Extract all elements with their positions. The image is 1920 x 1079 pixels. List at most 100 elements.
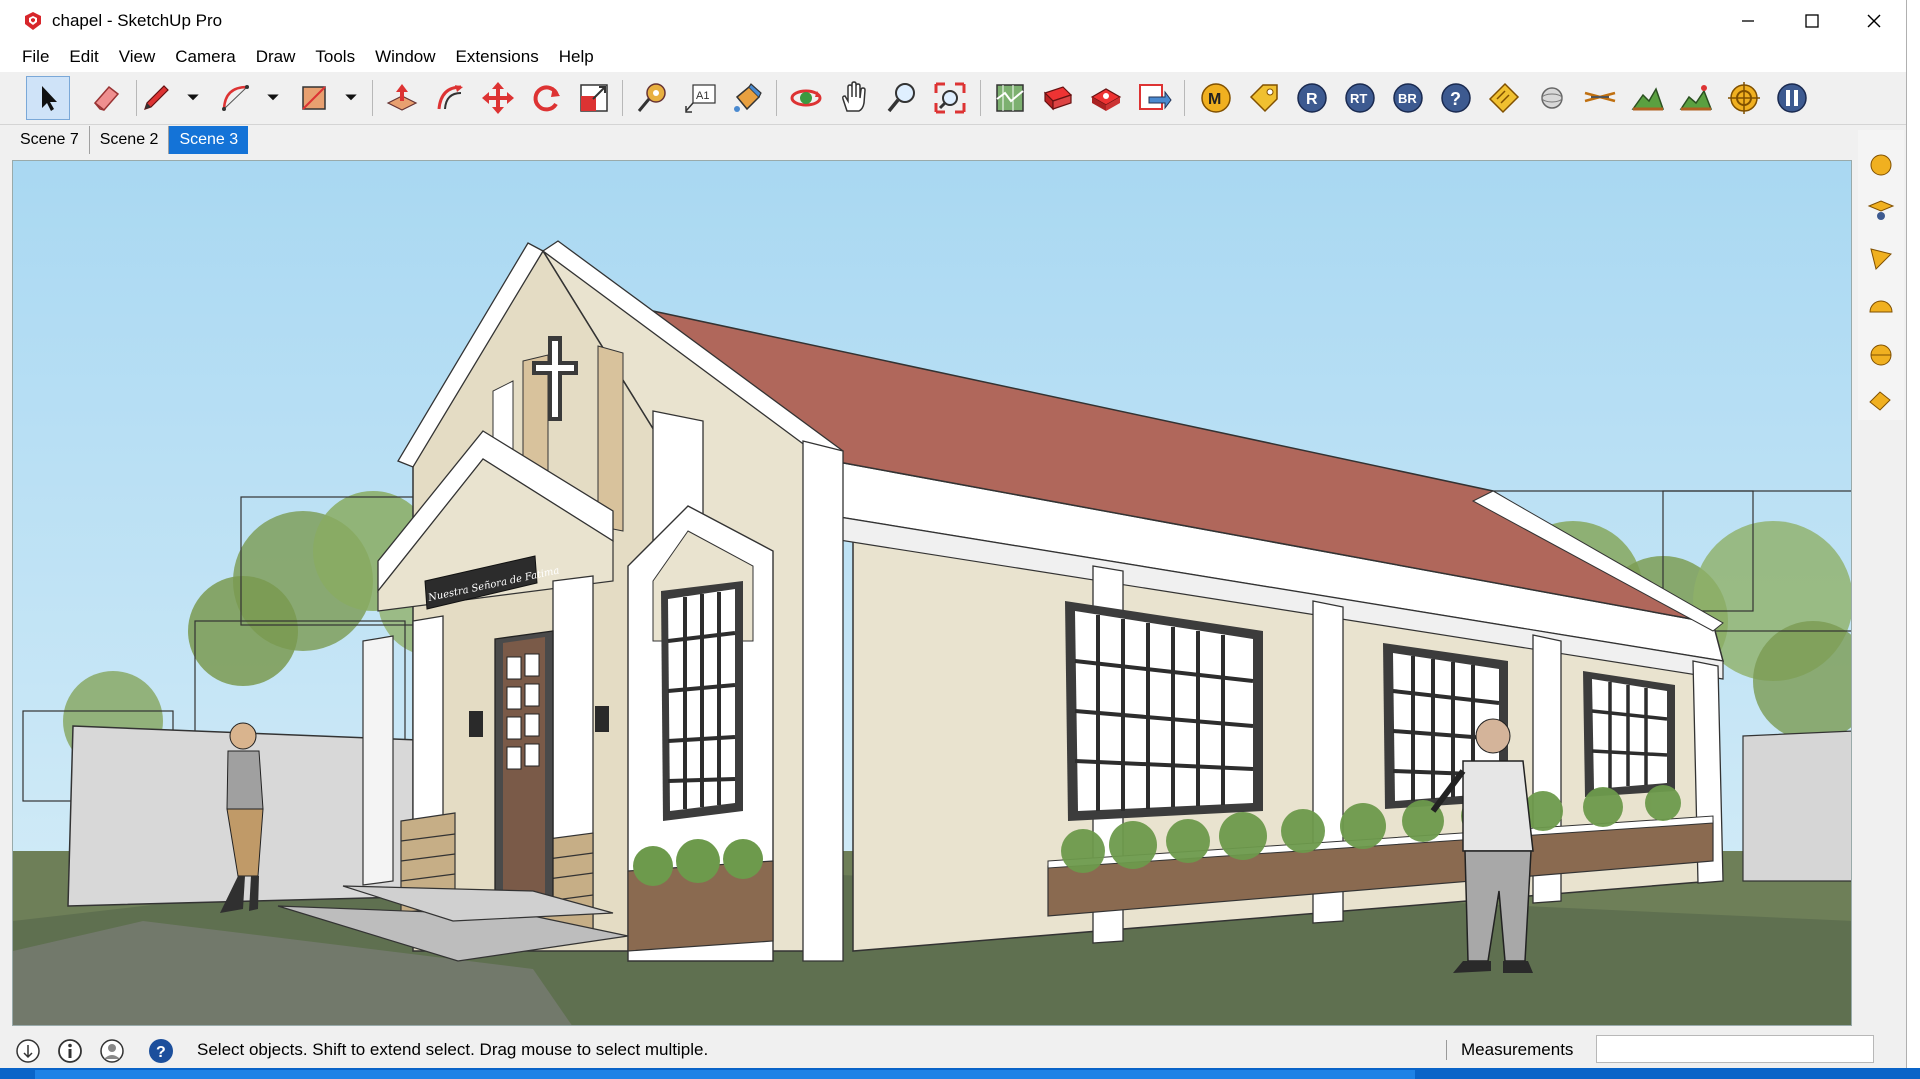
status-bar: ? Select objects. Shift to extend select… <box>0 1032 1906 1068</box>
sphere-plugin-button[interactable] <box>1530 76 1574 120</box>
zoom-tool-button[interactable] <box>880 76 924 120</box>
eraser-tool-button[interactable] <box>84 76 128 120</box>
close-button[interactable] <box>1842 0 1906 42</box>
help-icon[interactable]: ? <box>147 1037 175 1065</box>
select-icon <box>42 86 57 111</box>
offset-tool-button[interactable] <box>428 76 472 120</box>
paint-bucket-tool-button[interactable] <box>726 76 770 120</box>
rt-plugin-button[interactable]: RT <box>1338 76 1382 120</box>
menu-window[interactable]: Window <box>365 42 445 72</box>
line-dropdown-button[interactable] <box>182 86 204 108</box>
pan-tool-button[interactable] <box>832 76 876 120</box>
terrain-plugin-button[interactable] <box>1626 76 1670 120</box>
br-plugin-icon: BR <box>1393 83 1423 113</box>
terrain-2-icon <box>1679 85 1713 111</box>
target-plugin-button[interactable] <box>1722 76 1766 120</box>
flag-tray-icon[interactable] <box>1866 244 1896 274</box>
tape-measure-tool-button[interactable] <box>630 76 674 120</box>
pause-plugin-button[interactable] <box>1770 76 1814 120</box>
pencil-tool-button[interactable] <box>134 76 178 120</box>
window-title: chapel - SketchUp Pro <box>52 11 223 30</box>
minimize-button[interactable] <box>1716 0 1780 42</box>
svg-text:A1: A1 <box>696 90 709 102</box>
main-toolbar: A1 M R RT BR ? <box>0 72 1906 125</box>
select-tool-button[interactable] <box>26 76 70 120</box>
chevron-down-icon <box>345 94 357 101</box>
menu-tools[interactable]: Tools <box>305 42 365 72</box>
push-pull-icon <box>386 84 418 111</box>
svg-text:R: R <box>1306 91 1318 108</box>
components-button[interactable] <box>1036 76 1080 120</box>
user-account-icon[interactable] <box>98 1037 126 1065</box>
scene-tab-7[interactable]: Scene 7 <box>10 126 90 154</box>
m-plugin-button[interactable]: M <box>1194 76 1238 120</box>
info-icon[interactable] <box>56 1037 84 1065</box>
br-plugin-button[interactable]: BR <box>1386 76 1430 120</box>
terrain-2-plugin-button[interactable] <box>1674 76 1718 120</box>
half-sphere-tray-icon[interactable] <box>1866 292 1896 322</box>
svg-text:RT: RT <box>1350 91 1367 106</box>
menu-edit[interactable]: Edit <box>59 42 108 72</box>
globe-tray-icon[interactable] <box>1866 340 1896 370</box>
svg-text:?: ? <box>156 1044 166 1061</box>
scale-icon <box>580 84 608 112</box>
eraser-icon <box>93 85 120 112</box>
paint-tray-icon[interactable] <box>1866 386 1896 416</box>
move-tool-button[interactable] <box>476 76 520 120</box>
measurements-input[interactable] <box>1596 1035 1874 1063</box>
menu-bar: File Edit View Camera Draw Tools Window … <box>0 42 1906 72</box>
export-icon <box>1139 84 1172 110</box>
menu-file[interactable]: File <box>12 42 59 72</box>
maximize-icon <box>1805 14 1819 28</box>
export-button[interactable] <box>1132 76 1176 120</box>
scale-tool-button[interactable] <box>572 76 616 120</box>
menu-view[interactable]: View <box>109 42 166 72</box>
menu-extensions[interactable]: Extensions <box>446 42 549 72</box>
status-divider <box>1446 1040 1447 1060</box>
target-icon <box>1728 82 1760 114</box>
materials-button[interactable] <box>1084 76 1128 120</box>
label-icon <box>1488 82 1520 114</box>
shape-dropdown-button[interactable] <box>340 86 362 108</box>
maximize-button[interactable] <box>1780 0 1844 42</box>
rectangle-tool-button[interactable] <box>292 76 336 120</box>
arc-tool-button[interactable] <box>214 76 258 120</box>
push-pull-tool-button[interactable] <box>380 76 424 120</box>
taskbar-strip <box>0 1068 1920 1079</box>
model-viewport[interactable]: Nuestra Señora de Fatima <box>12 160 1852 1026</box>
terrain-icon <box>1631 87 1665 111</box>
offset-icon <box>437 85 463 110</box>
geo-location-icon[interactable] <box>14 1037 42 1065</box>
label-plugin-button[interactable] <box>1482 76 1526 120</box>
r-plugin-button[interactable]: R <box>1290 76 1334 120</box>
move-icon <box>482 82 514 114</box>
menu-help[interactable]: Help <box>549 42 604 72</box>
scene-tab-2[interactable]: Scene 2 <box>89 126 170 154</box>
sketchup-logo-icon <box>25 12 41 30</box>
rotate-icon <box>533 85 560 112</box>
menu-camera[interactable]: Camera <box>165 42 245 72</box>
orbit-tool-button[interactable] <box>784 76 828 120</box>
help-plugin-button[interactable]: ? <box>1434 76 1478 120</box>
section-plane-tray-icon[interactable] <box>1866 196 1896 226</box>
r-plugin-icon: R <box>1297 83 1327 113</box>
taskbar-app-tab[interactable] <box>35 1070 1415 1079</box>
materials-icon <box>1090 88 1122 111</box>
chevron-down-icon <box>187 94 199 101</box>
pencil-icon <box>144 85 169 110</box>
menu-draw[interactable]: Draw <box>246 42 306 72</box>
arc-dropdown-button[interactable] <box>262 86 284 108</box>
tag-plugin-icon <box>1249 84 1278 113</box>
rotate-tool-button[interactable] <box>524 76 568 120</box>
tag-plugin-button[interactable] <box>1242 76 1286 120</box>
rectangle-icon <box>302 86 326 110</box>
pause-icon <box>1777 83 1807 113</box>
model-info-button[interactable] <box>988 76 1032 120</box>
m-plugin-icon: M <box>1201 83 1231 113</box>
default-tray-sphere-icon[interactable] <box>1866 150 1896 180</box>
scene-tab-3[interactable]: Scene 3 <box>169 126 249 154</box>
svg-text:BR: BR <box>1398 91 1417 106</box>
text-tool-button[interactable]: A1 <box>678 76 722 120</box>
section-plugin-button[interactable] <box>1578 76 1622 120</box>
zoom-extents-tool-button[interactable] <box>928 76 972 120</box>
